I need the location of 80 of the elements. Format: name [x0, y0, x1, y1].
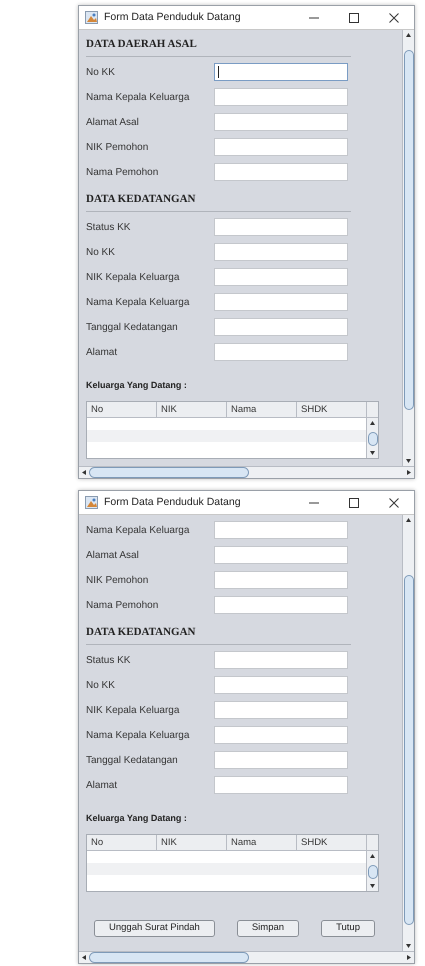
- field-label: NIK Kepala Keluarga: [86, 270, 180, 284]
- vertical-scrollbar[interactable]: [402, 30, 414, 466]
- field-label: Status KK: [86, 654, 132, 668]
- field-label: Alamat: [86, 778, 118, 792]
- scroll-thumb[interactable]: [404, 50, 414, 410]
- horizontal-scrollbar[interactable]: [79, 951, 414, 963]
- minimize-icon: [309, 502, 319, 504]
- section-heading: DATA KEDATANGAN: [86, 625, 196, 640]
- scroll-thumb[interactable]: [89, 467, 249, 478]
- section-heading: DATA DAERAH ASAL: [86, 37, 198, 52]
- window-title: Form Data Penduduk Datang: [104, 494, 242, 510]
- text-field[interactable]: [214, 726, 348, 744]
- scroll-thumb[interactable]: [89, 952, 249, 963]
- text-field[interactable]: [214, 293, 348, 311]
- column-header[interactable]: SHDK: [297, 834, 367, 850]
- column-header[interactable]: Nama: [227, 834, 297, 850]
- field-label: Nama Kepala Keluarga: [86, 296, 190, 310]
- text-field[interactable]: [214, 218, 348, 236]
- field-label: NIK Pemohon: [86, 140, 150, 154]
- column-header[interactable]: No: [87, 402, 157, 416]
- close-icon: [389, 498, 399, 508]
- text-field[interactable]: [214, 268, 348, 286]
- text-field[interactable]: [214, 776, 348, 794]
- field-label: No KK: [86, 246, 116, 260]
- field-label: Tanggal Kedatangan: [86, 320, 179, 334]
- text-field[interactable]: [214, 88, 348, 106]
- minimize-icon: [309, 16, 319, 18]
- scroll-thumb[interactable]: [368, 432, 378, 446]
- close-icon: [389, 12, 399, 22]
- vertical-scrollbar[interactable]: [366, 850, 378, 890]
- text-field[interactable]: [214, 651, 348, 669]
- field-label: Nama Kepala Keluarga: [86, 524, 190, 538]
- text-field[interactable]: [214, 701, 348, 719]
- vertical-scrollbar[interactable]: [402, 515, 414, 951]
- text-field[interactable]: [214, 546, 348, 564]
- column-header[interactable]: NIK: [157, 402, 227, 416]
- text-field[interactable]: [214, 596, 348, 614]
- scroll-thumb[interactable]: [404, 575, 414, 925]
- section-heading: DATA KEDATANGAN: [86, 192, 196, 207]
- field-label: No KK: [86, 678, 116, 692]
- action-button[interactable]: Tutup: [321, 920, 376, 936]
- column-header[interactable]: NIK: [157, 834, 227, 850]
- field-label: Status KK: [86, 220, 132, 234]
- text-field[interactable]: [214, 676, 348, 694]
- column-header[interactable]: No: [87, 834, 157, 850]
- scroll-thumb[interactable]: [368, 864, 378, 878]
- field-label: Tanggal Kedatangan: [86, 754, 179, 768]
- table-title: Keluarga Yang Datang :: [86, 379, 188, 392]
- app-icon: [85, 496, 98, 509]
- text-field[interactable]: [214, 138, 348, 156]
- text-field[interactable]: [214, 163, 348, 181]
- horizontal-scrollbar[interactable]: [79, 466, 414, 478]
- text-field[interactable]: [214, 343, 348, 361]
- text-field[interactable]: [214, 113, 348, 131]
- text-field[interactable]: [214, 63, 348, 81]
- action-button[interactable]: Unggah Surat Pindah: [94, 920, 215, 936]
- field-label: Alamat Asal: [86, 548, 140, 562]
- text-field[interactable]: [214, 318, 348, 336]
- field-label: Alamat: [86, 346, 118, 360]
- field-label: NIK Kepala Keluarga: [86, 704, 180, 718]
- text-field[interactable]: [214, 243, 348, 261]
- app-icon: [85, 11, 98, 24]
- field-label: Nama Kepala Keluarga: [86, 90, 190, 104]
- field-label: Nama Pemohon: [86, 598, 160, 612]
- column-header[interactable]: Nama: [227, 402, 297, 416]
- maximize-icon: [349, 498, 359, 508]
- text-field[interactable]: [214, 521, 348, 539]
- field-label: Alamat Asal: [86, 116, 140, 130]
- field-label: NIK Pemohon: [86, 574, 150, 588]
- field-label: Nama Kepala Keluarga: [86, 728, 190, 742]
- column-header[interactable]: SHDK: [297, 402, 367, 416]
- vertical-scrollbar[interactable]: [366, 418, 378, 458]
- field-label: Nama Pemohon: [86, 166, 160, 180]
- text-field[interactable]: [214, 751, 348, 769]
- table-title: Keluarga Yang Datang :: [86, 812, 188, 825]
- window-title: Form Data Penduduk Datang: [104, 10, 242, 25]
- maximize-icon: [349, 12, 359, 22]
- field-label: No KK: [86, 66, 116, 80]
- text-field[interactable]: [214, 571, 348, 589]
- action-button[interactable]: Simpan: [236, 920, 300, 936]
